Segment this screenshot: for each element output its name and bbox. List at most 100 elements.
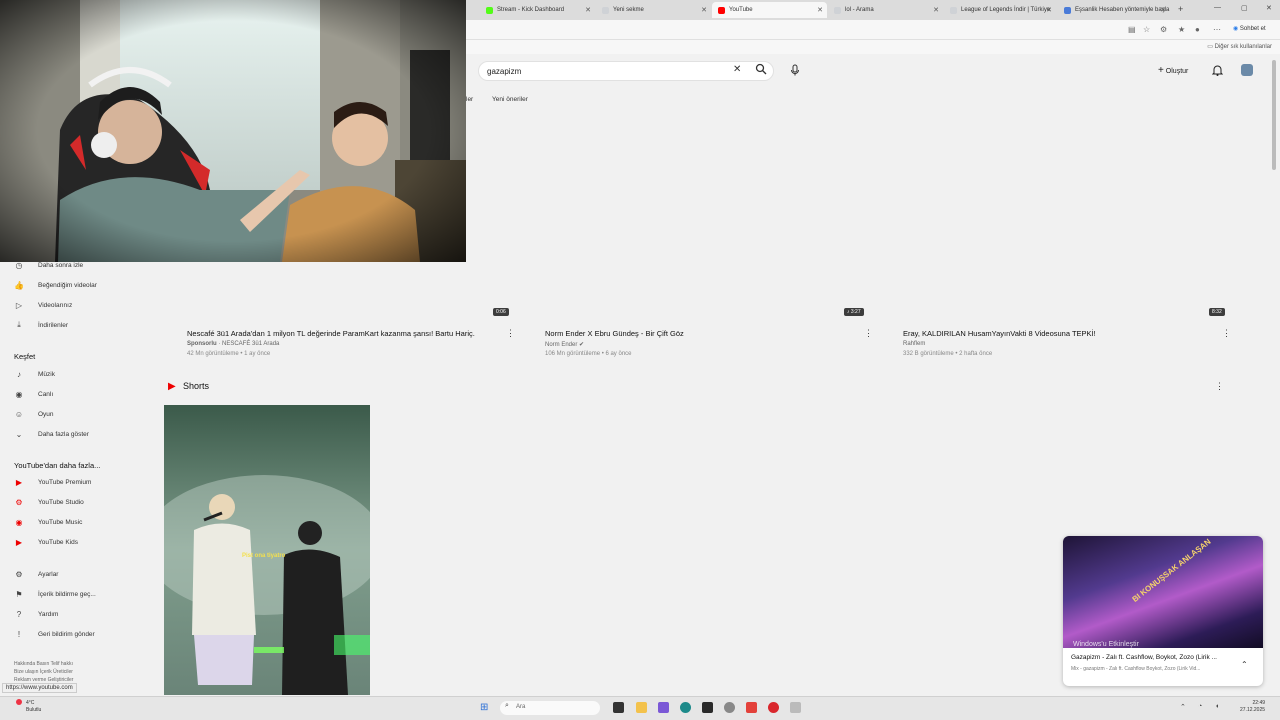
sidebar-item-studio[interactable]: ⚙ YouTube Studio (14, 495, 83, 509)
chat-button[interactable]: ◉ Sohbet et (1233, 25, 1266, 32)
close-icon[interactable]: ✕ (933, 6, 939, 14)
video-thumbnail[interactable] (880, 120, 1228, 320)
miniplayer-title[interactable]: Gazapizm - Zalı ft. Cashflow, Boykot, Zo… (1071, 654, 1241, 661)
new-tab-button[interactable]: + (1178, 4, 1183, 14)
sidebar-item-label: Geri bildirim gönder (38, 630, 95, 638)
tab-label: YouTube (729, 7, 753, 13)
volume-icon[interactable]: ◖ (1215, 703, 1219, 710)
sidebar-item-label: Beğendiğim videolar (38, 281, 97, 289)
close-icon[interactable]: ✕ (817, 6, 823, 14)
app-icon[interactable] (790, 702, 801, 713)
create-button[interactable]: + Oluştur (1158, 65, 1188, 76)
file-explorer-icon[interactable] (636, 702, 647, 713)
bell-icon (1211, 65, 1224, 76)
live-icon: ◉ (15, 389, 23, 399)
tab-new[interactable]: Yeni sekme ✕ (596, 2, 711, 18)
video-channel[interactable]: Rahflem (903, 341, 925, 347)
activate-windows-watermark: Windows'u Etkinleştir (1073, 641, 1139, 648)
tab-kick[interactable]: Stream - Kick Dashboard ✕ (480, 2, 595, 18)
tab-youtube[interactable]: YouTube ✕ (712, 2, 827, 18)
close-icon[interactable]: ✕ (701, 6, 707, 14)
sidebar-item-feedback[interactable]: ! Geri bildirim gönder (14, 627, 95, 641)
minimize-button[interactable]: — (1214, 4, 1221, 11)
short-thumbnail[interactable]: Pist ona tiyatro (164, 405, 370, 695)
sidebar-item-live[interactable]: ◉ Canlı (14, 387, 54, 401)
sidebar-item-settings[interactable]: ⚙ Ayarlar (14, 567, 58, 581)
close-icon[interactable]: ✕ (1160, 6, 1166, 14)
sidebar-item-premium[interactable]: ▶ YouTube Premium (14, 475, 91, 489)
window-close-button[interactable]: ✕ (1266, 4, 1272, 12)
webcam-image (0, 0, 466, 262)
tray-icon[interactable]: ◔ (1198, 703, 1202, 710)
video-title[interactable]: Nescafé 3ü1 Arada'dan 1 milyon TL değeri… (187, 329, 475, 338)
search-input[interactable]: gazapizm (478, 61, 774, 81)
help-icon: ? (16, 609, 22, 619)
video-title[interactable]: Norm Ender X Ebru Gündeş - Bir Çift Göz (545, 329, 684, 338)
sidebar-item-label: Daha sonra izle (38, 261, 84, 269)
more-options-button[interactable]: ⋮ (506, 328, 515, 339)
sidebar-item-music-app[interactable]: ◉ YouTube Music (14, 515, 83, 529)
app-icon[interactable] (768, 702, 779, 713)
sidebar-item-label: YouTube Music (38, 518, 83, 526)
sidebar-item-gaming[interactable]: ☺ Oyun (14, 407, 54, 421)
sidebar-item-show-more[interactable]: ⌄ Daha fazla göster (14, 427, 89, 441)
avatar[interactable] (1241, 64, 1253, 76)
chevron-up-icon[interactable]: ⌃ (1241, 660, 1248, 669)
sidebar-item-help[interactable]: ? Yardım (14, 607, 59, 621)
youtube-premium-icon: ▶ (15, 477, 23, 487)
start-icon[interactable]: ⊞ (480, 702, 488, 713)
webcam-overlay (0, 0, 466, 262)
app-icon[interactable] (658, 702, 669, 713)
tab-lol[interactable]: League of Legends İndir | Türkiye ✕ (944, 2, 1056, 18)
other-favorites-label: Diğer sık kullanılanlar (1214, 44, 1272, 50)
app-icon[interactable] (702, 702, 713, 713)
music-icon: ♪ (847, 309, 850, 315)
flag-icon: ⚑ (15, 589, 23, 599)
video-channel[interactable]: Sponsorlu · NESCAFÉ 3ü1 Arada (187, 341, 279, 347)
star-icon[interactable]: ☆ (1143, 25, 1150, 34)
shorts-more-button[interactable]: ⋮ (1215, 381, 1224, 392)
scrollbar-thumb[interactable] (1272, 60, 1276, 170)
tray-chevron-icon[interactable]: ⌃ (1180, 703, 1186, 711)
sidebar-item-your-videos[interactable]: ▷ Videolarınız (14, 298, 72, 312)
sidebar-item-music[interactable]: ♪ Müzik (14, 367, 55, 381)
edge-icon[interactable] (680, 702, 691, 713)
video-title[interactable]: Eray, KALDIRILAN HusamYayınVakti 8 Video… (903, 329, 1096, 338)
clock[interactable]: 22:49 27.12.2025 (1240, 700, 1265, 714)
maximize-button[interactable]: ▢ (1241, 4, 1248, 12)
clear-search-button[interactable]: ✕ (733, 64, 741, 75)
weather-widget[interactable]: 4°C Bulutlu (14, 700, 41, 714)
video-channel[interactable]: Norm Ender ✔ (545, 341, 584, 348)
close-icon[interactable]: ✕ (1046, 6, 1052, 14)
miniplayer-video[interactable] (1063, 536, 1263, 648)
more-options-button[interactable]: ⋮ (864, 328, 873, 339)
search-button[interactable] (755, 63, 767, 78)
sidebar-item-liked[interactable]: 👍 Beğendiğim videolar (14, 278, 97, 292)
voice-search-button[interactable] (790, 64, 800, 79)
app-icon[interactable] (724, 702, 735, 713)
tab-esanlik[interactable]: Eşsanlik Hesaben yöntemiyle başla ✕ (1058, 2, 1170, 18)
chip-new-suggestions[interactable]: Yeni öneriler (486, 92, 534, 106)
sidebar-item-downloads[interactable]: ⤓ İndirilenler (14, 318, 68, 332)
notifications-button[interactable] (1211, 64, 1224, 79)
taskbar-search-input[interactable]: Ara (500, 701, 600, 715)
youtube-icon (718, 6, 725, 14)
plus-icon: + (1158, 65, 1164, 76)
reader-icon[interactable]: ▤ (1128, 25, 1136, 34)
close-icon[interactable]: ✕ (585, 6, 591, 14)
sidebar-item-report-history[interactable]: ⚑ İçerik bildirme geç... (14, 587, 95, 601)
video-thumbnail[interactable] (522, 120, 870, 320)
sidebar-item-kids[interactable]: ▶ YouTube Kids (14, 535, 78, 549)
tab-search[interactable]: lol - Arama ✕ (828, 2, 943, 18)
video-meta: 42 Mn görüntüleme • 1 ay önce (187, 351, 271, 357)
profile-icon[interactable]: ● (1195, 25, 1200, 34)
miniplayer[interactable]: BI KONUŞSAK ANLAŞAN Windows'u Etkinleşti… (1063, 536, 1263, 686)
extensions-icon[interactable]: ⚙ (1160, 25, 1167, 34)
more-options-button[interactable]: ⋮ (1222, 328, 1231, 339)
other-favorites-folder[interactable]: ▭ Diğer sık kullanılanlar (1207, 43, 1272, 50)
more-icon[interactable]: ⋯ (1213, 25, 1221, 34)
task-view-icon[interactable] (613, 702, 624, 713)
thumbs-up-icon: 👍 (14, 280, 24, 290)
favorites-icon[interactable]: ★ (1178, 25, 1185, 34)
app-icon[interactable] (746, 702, 757, 713)
